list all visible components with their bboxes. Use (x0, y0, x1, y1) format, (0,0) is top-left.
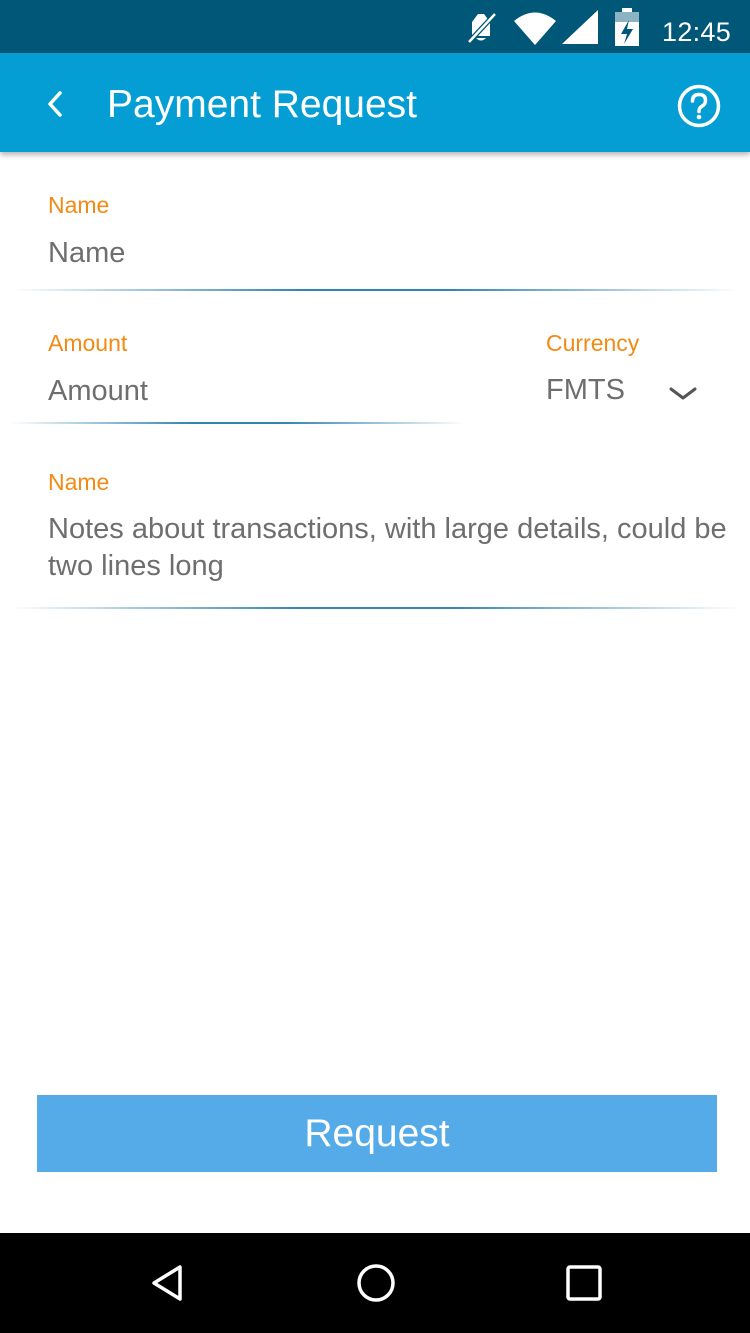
name-label: Name (48, 192, 110, 218)
amount-label: Amount (48, 330, 128, 356)
nav-recents-button[interactable] (562, 1261, 606, 1305)
nav-back-button[interactable] (146, 1261, 190, 1305)
status-time: 12:45 (662, 17, 732, 47)
page-title: Payment Request (107, 83, 418, 126)
help-circle-icon (677, 84, 721, 128)
chevron-down-icon (669, 387, 697, 400)
back-button[interactable] (36, 81, 76, 125)
currency-dropdown[interactable]: FMTS (546, 368, 716, 414)
payment-request-screen: 12:45 Payment Request Name Amount Curren… (0, 0, 750, 1333)
currency-label: Currency (546, 330, 640, 356)
battery-charging-icon (615, 8, 639, 46)
notes-label: Name (48, 469, 110, 495)
status-bar: 12:45 (0, 0, 750, 53)
nav-back-icon (152, 1265, 182, 1301)
app-bar: Payment Request (0, 53, 750, 152)
nav-home-icon (357, 1264, 395, 1302)
currency-selected-value: FMTS (546, 374, 625, 406)
navigation-bar (0, 1233, 750, 1333)
amount-underline (10, 422, 466, 424)
name-input[interactable] (48, 233, 688, 273)
request-button[interactable]: Request (37, 1095, 717, 1172)
amount-input[interactable] (48, 371, 448, 411)
nav-recents-icon (566, 1265, 602, 1301)
signal-icon (562, 10, 598, 44)
wifi-icon (514, 12, 556, 45)
notes-input[interactable] (48, 511, 738, 589)
mute-icon (467, 12, 497, 44)
chevron-left-icon (48, 91, 62, 117)
nav-home-button[interactable] (354, 1261, 398, 1305)
help-button[interactable] (676, 83, 722, 129)
name-underline (10, 289, 740, 291)
notes-underline (10, 607, 740, 609)
